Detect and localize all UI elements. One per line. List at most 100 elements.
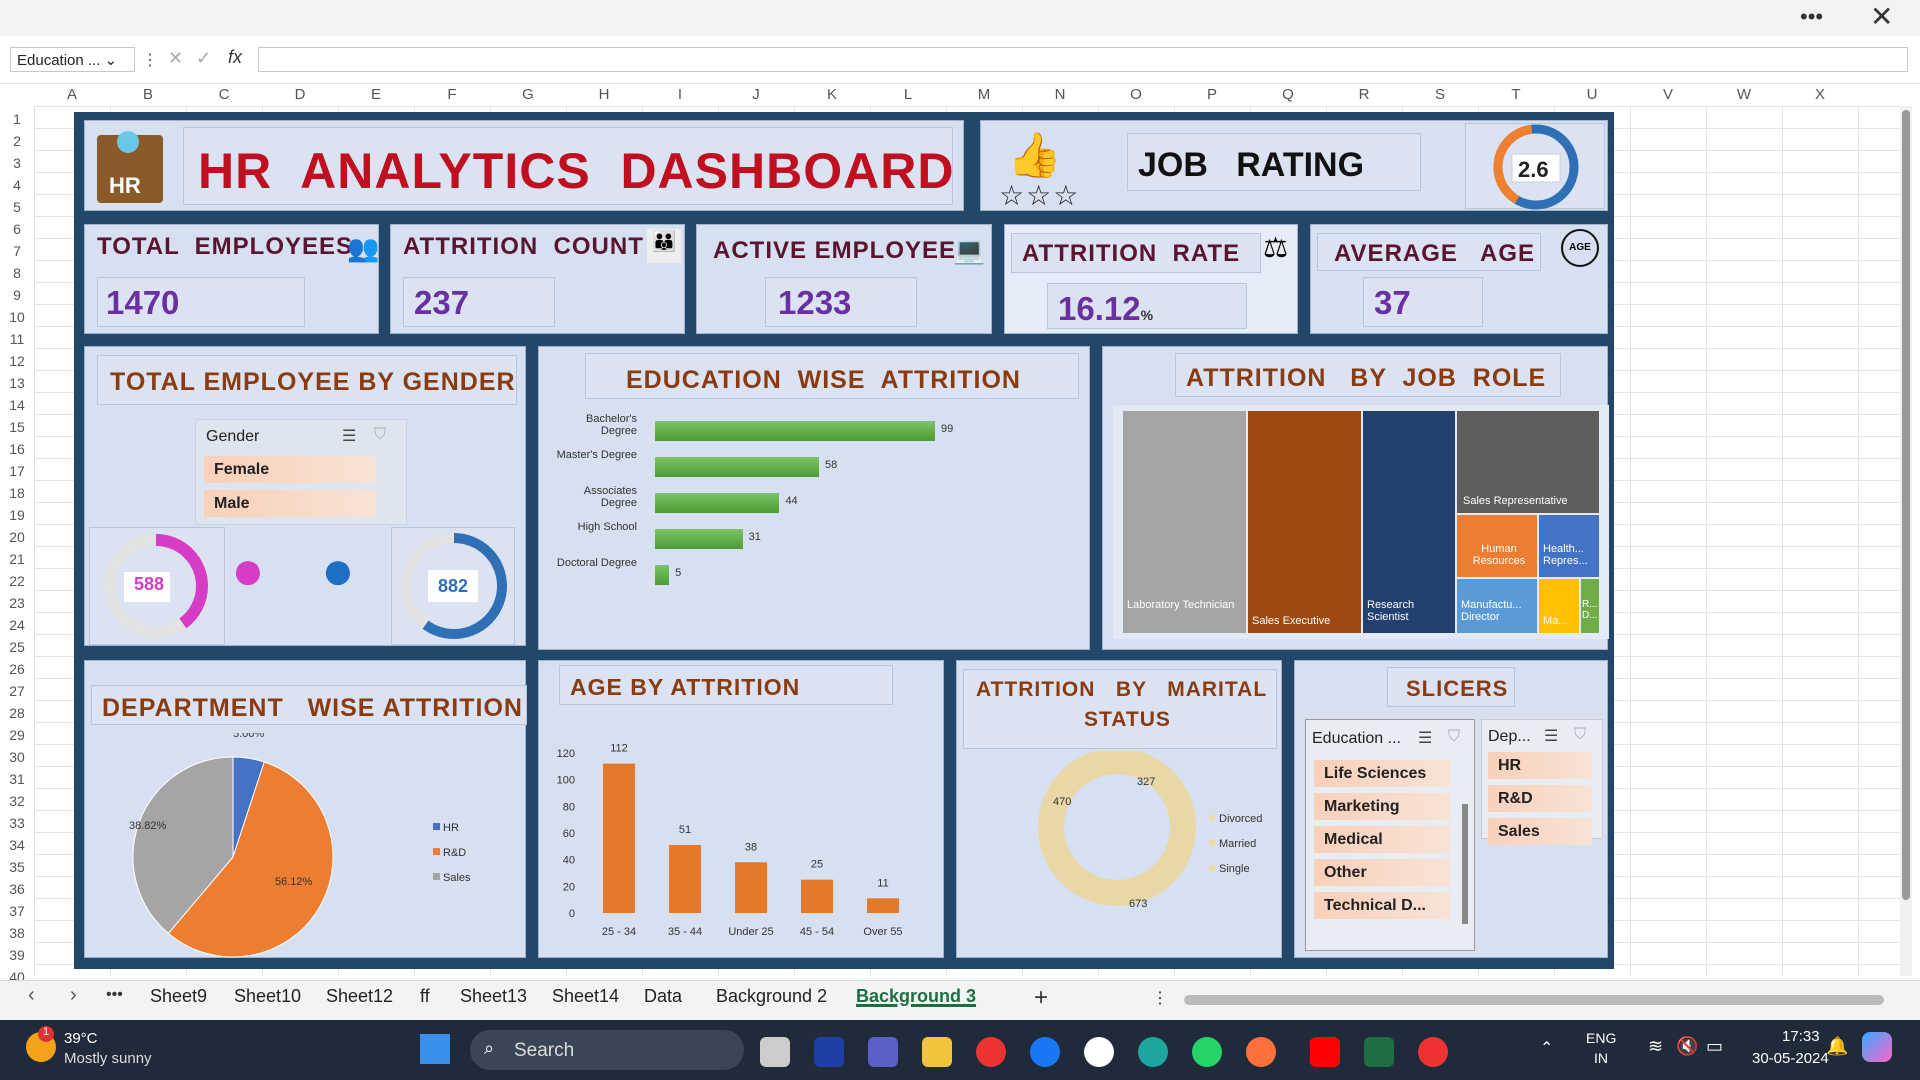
column-header[interactable]: U (1554, 84, 1630, 106)
row-header[interactable]: 24 (0, 614, 34, 636)
row-header[interactable]: 17 (0, 460, 34, 482)
row-header[interactable]: 21 (0, 548, 34, 570)
row-header[interactable]: 26 (0, 658, 34, 680)
cancel-icon[interactable]: ✕ (168, 48, 183, 69)
row-header[interactable]: 20 (0, 526, 34, 548)
whatsapp-icon[interactable] (1192, 1037, 1222, 1067)
clear-filter-icon[interactable]: ⛉ (1448, 728, 1460, 746)
row-header[interactable]: 4 (0, 174, 34, 196)
row-header[interactable]: 1 (0, 108, 34, 130)
column-header[interactable]: E (338, 84, 414, 106)
row-header[interactable]: 10 (0, 306, 34, 328)
chevron-up-icon[interactable]: ⌃ (1540, 1038, 1553, 1058)
clock-time[interactable]: 17:33 (1782, 1028, 1820, 1045)
clear-filter-icon[interactable]: ⛉ (374, 426, 386, 444)
row-header[interactable]: 5 (0, 196, 34, 218)
row-header[interactable]: 14 (0, 394, 34, 416)
language-1[interactable]: ENG (1586, 1030, 1616, 1046)
sheet-tab[interactable]: Background 3 (856, 986, 976, 1007)
column-header[interactable]: Q (1250, 84, 1326, 106)
notification-icon[interactable]: 🔔 (1826, 1036, 1848, 1057)
letter-l-app-icon[interactable] (814, 1037, 844, 1067)
row-header[interactable]: 29 (0, 724, 34, 746)
row-header[interactable]: 35 (0, 856, 34, 878)
row-header[interactable]: 22 (0, 570, 34, 592)
more-sheets-icon[interactable]: ••• (106, 986, 123, 1004)
multi-select-icon[interactable]: ☰ (342, 426, 356, 446)
row-header[interactable]: 7 (0, 240, 34, 262)
excel-icon[interactable] (1364, 1037, 1394, 1067)
column-header[interactable]: F (414, 84, 490, 106)
column-header[interactable]: H (566, 84, 642, 106)
sheet-tab[interactable]: Sheet10 (234, 986, 301, 1007)
column-header[interactable]: K (794, 84, 870, 106)
file-explorer-icon[interactable] (922, 1037, 952, 1067)
copilot-icon[interactable] (1862, 1032, 1892, 1062)
more-icon[interactable]: ••• (1800, 4, 1823, 30)
chrome-icon[interactable] (976, 1037, 1006, 1067)
slicer-scrollbar[interactable] (1462, 804, 1468, 924)
column-header[interactable]: W (1706, 84, 1782, 106)
column-header[interactable]: N (1022, 84, 1098, 106)
row-header[interactable]: 16 (0, 438, 34, 460)
enter-icon[interactable]: ✓ (196, 48, 211, 69)
column-header[interactable]: D (262, 84, 338, 106)
row-header[interactable]: 9 (0, 284, 34, 306)
row-header[interactable]: 32 (0, 790, 34, 812)
sheet-tab[interactable]: Data (644, 986, 682, 1007)
row-header[interactable]: 12 (0, 350, 34, 372)
row-header[interactable]: 19 (0, 504, 34, 526)
sheet-tab[interactable]: ff (420, 986, 430, 1007)
row-header[interactable]: 38 (0, 922, 34, 944)
youtube-icon[interactable] (1310, 1037, 1340, 1067)
row-header[interactable]: 8 (0, 262, 34, 284)
task-view-icon[interactable] (760, 1037, 790, 1067)
windows-start-icon[interactable] (420, 1034, 450, 1064)
row-header[interactable]: 34 (0, 834, 34, 856)
row-header[interactable]: 25 (0, 636, 34, 658)
clear-filter-icon[interactable]: ⛉ (1574, 726, 1586, 744)
language-2[interactable]: IN (1594, 1050, 1608, 1066)
more-vert-icon[interactable]: ⋮ (142, 50, 158, 70)
clock-date[interactable]: 30-05-2024 (1752, 1050, 1829, 1067)
row-header[interactable]: 13 (0, 372, 34, 394)
row-header[interactable]: 37 (0, 900, 34, 922)
close-icon[interactable]: ✕ (1870, 0, 1893, 33)
column-header[interactable]: C (186, 84, 262, 106)
row-header[interactable]: 6 (0, 218, 34, 240)
column-header[interactable]: I (642, 84, 718, 106)
formula-input[interactable] (258, 47, 1908, 72)
column-header[interactable]: L (870, 84, 946, 106)
slicer-medical[interactable]: Medical (1314, 826, 1450, 853)
slicer-female[interactable]: Female (204, 456, 376, 483)
column-header[interactable]: P (1174, 84, 1250, 106)
row-header[interactable]: 31 (0, 768, 34, 790)
slicer-life-sciences[interactable]: Life Sciences (1314, 760, 1450, 787)
prev-sheet-icon[interactable]: ‹ (28, 984, 35, 1007)
column-header[interactable]: O (1098, 84, 1174, 106)
column-header[interactable]: T (1478, 84, 1554, 106)
slicer-marketing[interactable]: Marketing (1314, 793, 1450, 820)
row-header[interactable]: 11 (0, 328, 34, 350)
column-header[interactable]: J (718, 84, 794, 106)
sheet-tab[interactable]: Sheet9 (150, 986, 207, 1007)
vertical-scrollbar[interactable] (1900, 106, 1912, 976)
slicer-technical[interactable]: Technical D... (1314, 892, 1450, 919)
row-header[interactable]: 30 (0, 746, 34, 768)
column-header[interactable]: V (1630, 84, 1706, 106)
horizontal-scrollbar[interactable] (1184, 995, 1884, 1005)
row-header[interactable]: 28 (0, 702, 34, 724)
column-header[interactable]: A (34, 84, 110, 106)
row-header[interactable]: 3 (0, 152, 34, 174)
multi-select-icon[interactable]: ☰ (1544, 726, 1558, 746)
volume-icon[interactable]: 🔇 (1676, 1036, 1698, 1057)
sheet-tab[interactable]: Sheet14 (552, 986, 619, 1007)
add-sheet-button[interactable]: + (1034, 984, 1048, 1012)
slicer-male[interactable]: Male (204, 490, 376, 517)
row-header[interactable]: 2 (0, 130, 34, 152)
edge-icon[interactable] (1138, 1037, 1168, 1067)
google-icon[interactable] (1084, 1037, 1114, 1067)
row-header[interactable]: 15 (0, 416, 34, 438)
multi-select-icon[interactable]: ☰ (1418, 728, 1432, 748)
column-header[interactable]: R (1326, 84, 1402, 106)
